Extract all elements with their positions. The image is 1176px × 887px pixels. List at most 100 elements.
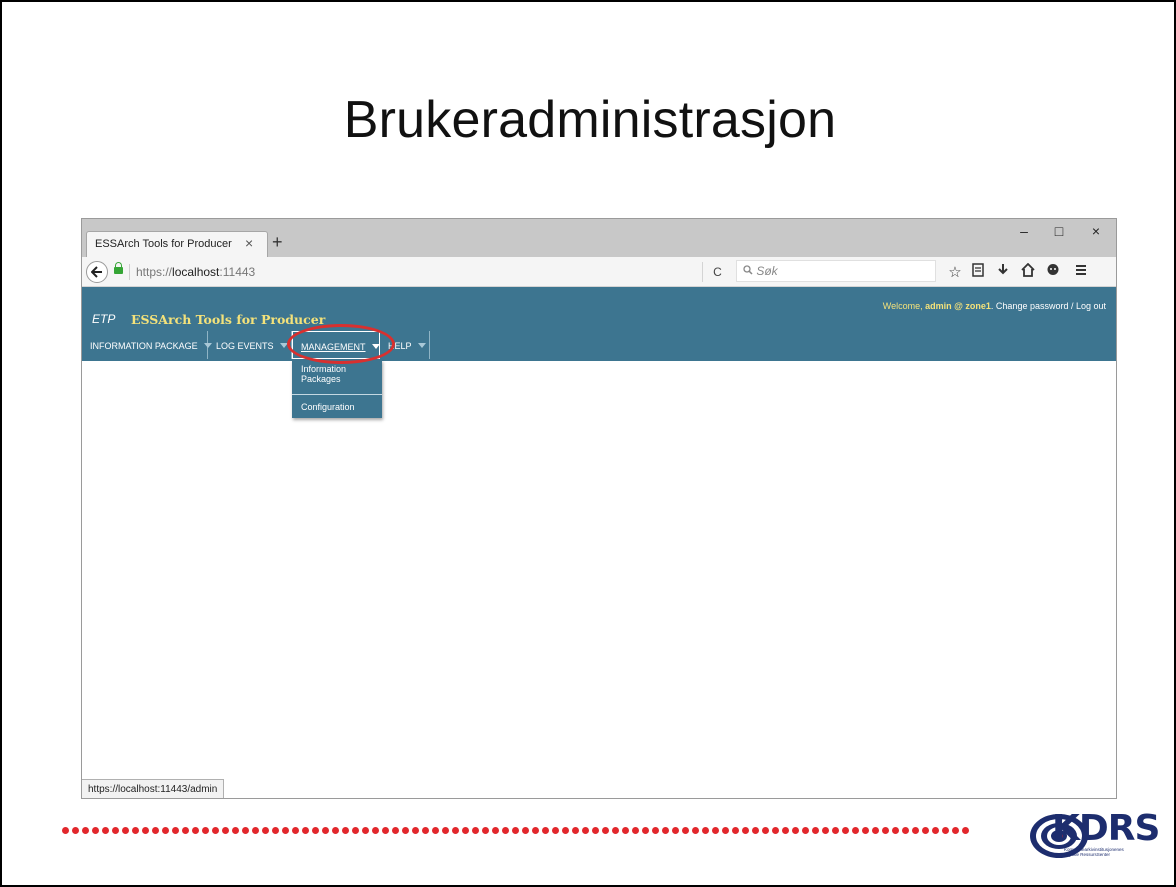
- maximize-button[interactable]: □: [1049, 223, 1069, 239]
- welcome-prefix: Welcome,: [882, 301, 926, 311]
- divider-dot: [712, 827, 719, 834]
- management-dropdown: Information Packages Configuration: [292, 360, 382, 418]
- divider-dot: [742, 827, 749, 834]
- divider-dot: [862, 827, 869, 834]
- home-icon[interactable]: [1017, 262, 1039, 281]
- divider-dot: [652, 827, 659, 834]
- welcome-text: Welcome, admin @ zone1. Change password …: [883, 301, 1106, 311]
- divider-dot: [812, 827, 819, 834]
- divider-dot: [422, 827, 429, 834]
- divider-dot: [312, 827, 319, 834]
- divider-dot: [362, 827, 369, 834]
- slide-title: Brukeradministrasjon: [343, 91, 837, 149]
- divider-dot: [902, 827, 909, 834]
- url-host: localhost: [172, 265, 220, 279]
- dropdown-item-information-packages[interactable]: Information Packages: [292, 364, 382, 384]
- tab-title: ESSArch Tools for Producer: [95, 238, 232, 250]
- divider-dot: [92, 827, 99, 834]
- user-name: admin @ zone1: [925, 301, 991, 311]
- divider-dot: [282, 827, 289, 834]
- divider-dot: [492, 827, 499, 834]
- reload-icon[interactable]: C: [702, 262, 732, 282]
- divider-dot: [242, 827, 249, 834]
- divider-dot: [592, 827, 599, 834]
- dropdown-label-line2: Packages: [301, 374, 341, 384]
- menu-log-events[interactable]: LOG EVENTS: [208, 331, 292, 359]
- divider-dot: [182, 827, 189, 834]
- divider-dot: [662, 827, 669, 834]
- browser-titlebar: ESSArch Tools for Producer × + – □ ×: [82, 219, 1116, 257]
- divider-dot: [472, 827, 479, 834]
- reload-glyph: C: [713, 265, 722, 279]
- logo-subtitle-line2: Digitale RessursSenter: [1064, 852, 1111, 857]
- divider-dot: [272, 827, 279, 834]
- back-button[interactable]: [86, 261, 108, 283]
- divider-dot: [642, 827, 649, 834]
- divider-dot: [512, 827, 519, 834]
- divider-dot: [302, 827, 309, 834]
- divider-dot: [352, 827, 359, 834]
- url-scheme: https://: [136, 265, 173, 279]
- divider-dot: [702, 827, 709, 834]
- divider-dot: [292, 827, 299, 834]
- tab-close-icon[interactable]: ×: [245, 235, 253, 251]
- new-tab-button[interactable]: +: [272, 232, 283, 253]
- divider-dot: [922, 827, 929, 834]
- divider-dot: [212, 827, 219, 834]
- reading-list-icon[interactable]: [967, 263, 989, 281]
- divider-dot: [172, 827, 179, 834]
- back-arrow-icon: [90, 266, 102, 278]
- divider-dot: [942, 827, 949, 834]
- app-name: ESSArch Tools for Producer: [131, 312, 326, 327]
- divider-dot: [802, 827, 809, 834]
- divider-dot: [762, 827, 769, 834]
- download-icon[interactable]: [992, 263, 1014, 281]
- divider-dot: [482, 827, 489, 834]
- divider-dot: [892, 827, 899, 834]
- chat-icon[interactable]: [1042, 263, 1064, 281]
- dropdown-item-configuration[interactable]: Configuration: [292, 402, 382, 412]
- divider-dot: [442, 827, 449, 834]
- divider-dot: [912, 827, 919, 834]
- star-icon[interactable]: ☆: [944, 263, 966, 281]
- divider-dot: [782, 827, 789, 834]
- divider-dot: [382, 827, 389, 834]
- divider-dot: [132, 827, 139, 834]
- divider-dot: [852, 827, 859, 834]
- address-bar[interactable]: https://localhost:11443: [136, 265, 255, 279]
- divider-dot: [82, 827, 89, 834]
- divider-dot: [722, 827, 729, 834]
- search-placeholder: Søk: [756, 264, 778, 278]
- divider-dot: [772, 827, 779, 834]
- divider-dot: [462, 827, 469, 834]
- divider-dot: [842, 827, 849, 834]
- app-short-name: ETP: [92, 312, 116, 326]
- menu-information-package[interactable]: INFORMATION PACKAGE: [82, 331, 212, 359]
- divider-dot: [432, 827, 439, 834]
- divider-dot: [602, 827, 609, 834]
- divider-dot: [102, 827, 109, 834]
- search-input[interactable]: Søk: [736, 260, 936, 282]
- dotted-divider: [62, 824, 980, 836]
- divider-dot: [962, 827, 969, 834]
- divider-dot: [532, 827, 539, 834]
- url-port: :11443: [219, 265, 256, 279]
- divider-dot: [692, 827, 699, 834]
- divider-dot: [402, 827, 409, 834]
- menu-icon[interactable]: [1070, 263, 1092, 280]
- minimize-button[interactable]: –: [1014, 223, 1034, 239]
- account-links[interactable]: . Change password / Log out: [991, 301, 1106, 311]
- kdrs-logo-subtitle: Kommunearkivinstitusjonenes Digitale Res…: [1064, 847, 1124, 857]
- divider-dot: [222, 827, 229, 834]
- divider-dot: [232, 827, 239, 834]
- divider-dot: [142, 827, 149, 834]
- close-window-button[interactable]: ×: [1086, 223, 1106, 239]
- divider-dot: [882, 827, 889, 834]
- dropdown-label-line1: Information: [301, 364, 347, 374]
- divider-dot: [622, 827, 629, 834]
- divider-dot: [502, 827, 509, 834]
- divider-dot: [542, 827, 549, 834]
- divider-dot: [752, 827, 759, 834]
- status-bar: https://localhost:11443/admin: [82, 779, 225, 798]
- browser-tab[interactable]: ESSArch Tools for Producer ×: [86, 231, 268, 257]
